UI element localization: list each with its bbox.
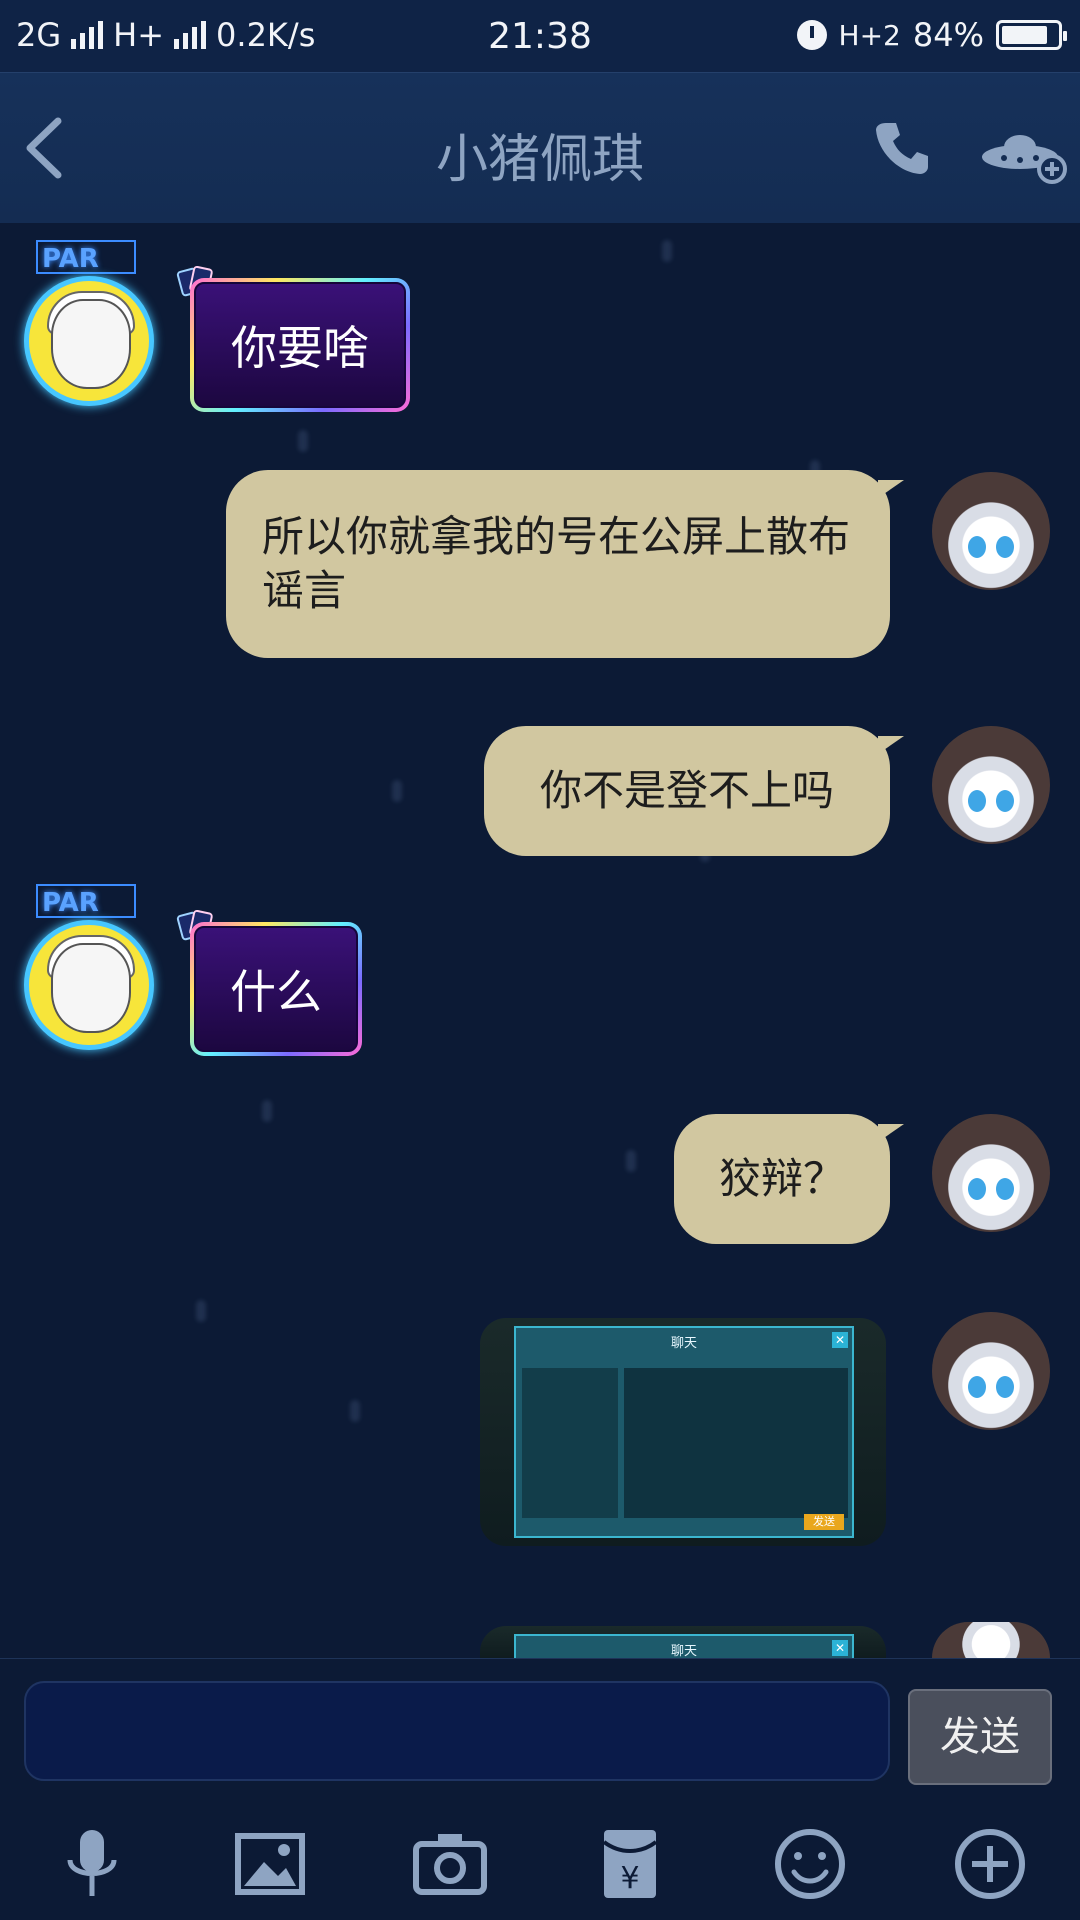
message-text: 你不是登不上吗 <box>539 766 834 815</box>
emoji-icon[interactable] <box>770 1824 850 1904</box>
plus-icon[interactable] <box>950 1824 1030 1904</box>
screenshot-chat-panel: 聊天 ✕ <box>514 1634 854 1658</box>
image-message[interactable]: 聊天 ✕ 发送 <box>480 1318 886 1546</box>
my-avatar[interactable] <box>932 472 1050 590</box>
message-input[interactable] <box>24 1681 890 1781</box>
my-avatar[interactable] <box>932 1312 1050 1430</box>
screenshot-title: 聊天 <box>670 1336 697 1351</box>
status-bar: 2G H+ 0.2K/s 21:38 H+2 84% <box>0 0 1080 72</box>
message-bubble[interactable]: 狡辩？ <box>674 1114 904 1244</box>
image-message[interactable]: 聊天 ✕ <box>480 1626 886 1658</box>
ufo-add-icon[interactable] <box>980 125 1070 185</box>
red-packet-icon[interactable]: ¥ <box>590 1824 670 1904</box>
battery-icon <box>996 20 1067 50</box>
microphone-icon[interactable] <box>52 1824 132 1904</box>
chat-header: 小猪佩琪 <box>0 72 1080 223</box>
message-bubble[interactable]: 什么 <box>190 922 362 1056</box>
camera-icon[interactable] <box>410 1824 490 1904</box>
yuan-symbol: ¥ <box>620 1861 639 1896</box>
bottom-toolbar: ¥ <box>0 1800 1080 1920</box>
message-bubble[interactable]: 你不是登不上吗 <box>484 726 904 856</box>
message-bubble[interactable]: 所以你就拿我的号在公屏上散布谣言 <box>226 470 904 658</box>
message-text: 狡辩？ <box>718 1154 845 1203</box>
par-badge: PAR <box>36 884 136 918</box>
input-bar: 发送 <box>0 1658 1080 1791</box>
alarm-icon <box>796 20 827 50</box>
my-avatar[interactable] <box>932 726 1050 844</box>
screenshot-chat-area <box>624 1368 848 1518</box>
network-type-3: H+2 <box>838 18 901 52</box>
send-button[interactable]: 发送 <box>908 1689 1052 1785</box>
my-avatar[interactable] <box>932 1114 1050 1232</box>
screenshot-friend-list <box>522 1368 618 1518</box>
image-icon[interactable] <box>230 1824 310 1904</box>
close-icon: ✕ <box>832 1640 848 1656</box>
message-bubble[interactable]: 你要啥 <box>190 278 410 412</box>
screenshot-chat-panel: 聊天 ✕ 发送 <box>514 1326 854 1538</box>
message-text: 什么 <box>194 926 358 1052</box>
screenshot-title: 聊天 <box>670 1644 697 1658</box>
message-text: 所以你就拿我的号在公屏上散布谣言 <box>262 512 851 615</box>
contact-avatar[interactable] <box>24 920 154 1050</box>
battery-percent: 84% <box>912 16 984 54</box>
contact-avatar[interactable] <box>24 276 154 406</box>
close-icon: ✕ <box>832 1332 848 1348</box>
screenshot-send-button: 发送 <box>804 1514 844 1530</box>
message-text: 你要啥 <box>194 282 406 408</box>
phone-icon[interactable] <box>872 117 932 177</box>
my-avatar[interactable] <box>932 1622 1050 1658</box>
par-badge: PAR <box>36 240 136 274</box>
